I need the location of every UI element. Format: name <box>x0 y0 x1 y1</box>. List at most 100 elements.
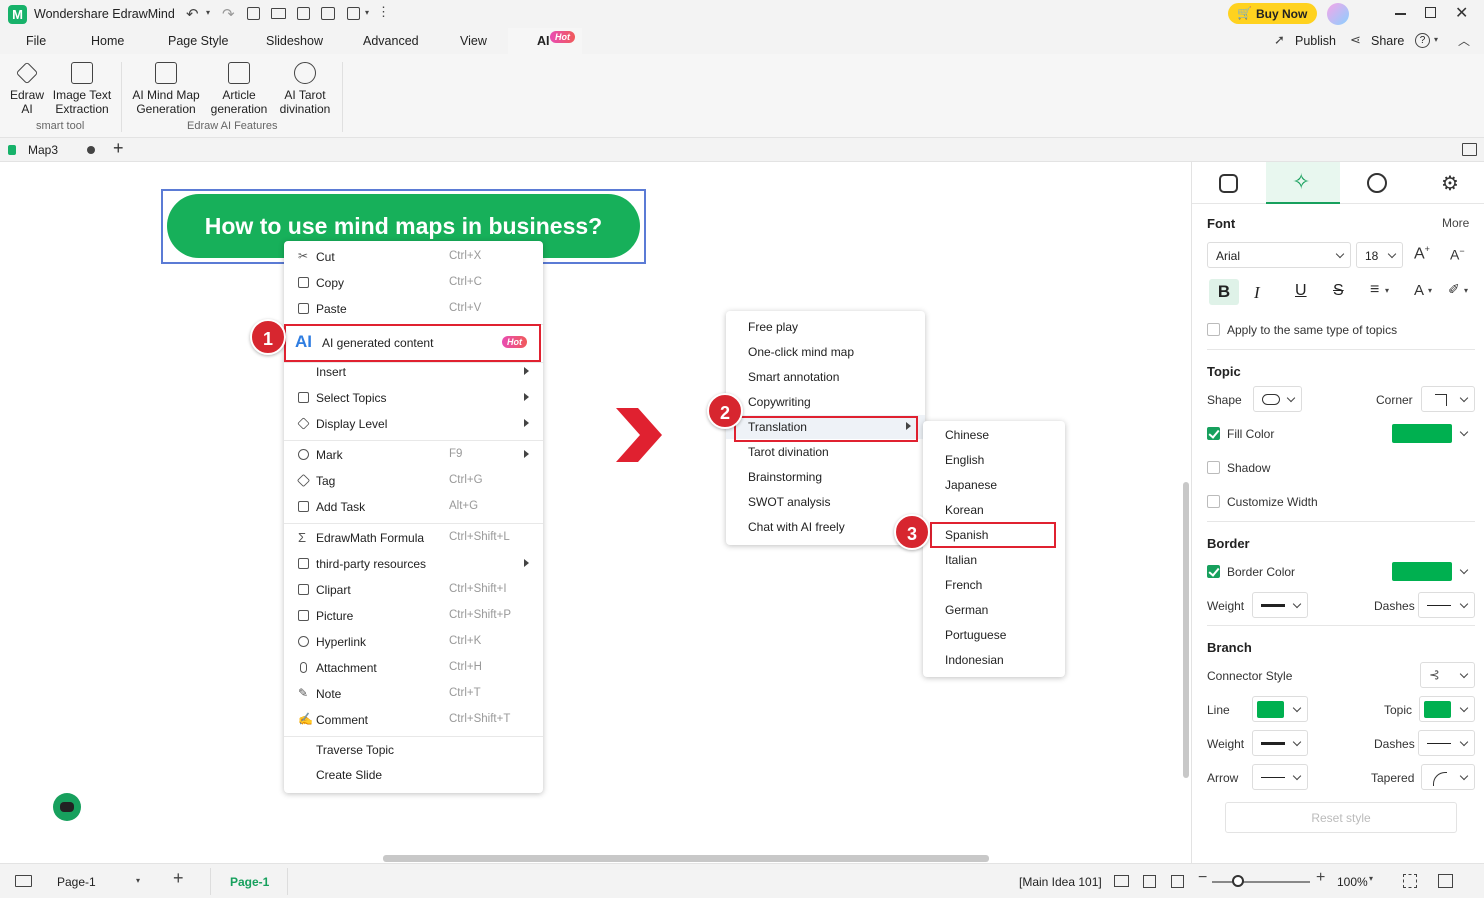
ai-tarot-divination-button[interactable]: AI Tarot divination <box>274 62 336 116</box>
new-file-icon[interactable] <box>247 7 260 20</box>
ai-item-copywriting[interactable]: Copywriting <box>726 390 925 414</box>
bold-button[interactable]: B <box>1209 279 1239 305</box>
share-icon[interactable]: ⋖ <box>1350 32 1361 48</box>
tab-slideshow[interactable]: Slideshow <box>266 34 323 48</box>
panel-tab-mark[interactable] <box>1340 162 1414 204</box>
ai-item-swot-analysis[interactable]: SWOT analysis <box>726 490 925 514</box>
panel-tab-style[interactable] <box>1192 162 1266 204</box>
lang-item-italian[interactable]: Italian <box>923 548 1065 572</box>
publish-button[interactable]: Publish <box>1295 34 1336 48</box>
font-color-icon[interactable]: A <box>1414 282 1424 299</box>
toggle-panel-icon[interactable] <box>1462 143 1477 156</box>
tab-view[interactable]: View <box>460 34 487 48</box>
menu-item-select-topics[interactable]: Select Topics <box>284 386 543 410</box>
ai-item-tarot-divination[interactable]: Tarot divination <box>726 440 925 464</box>
zoom-dropdown-icon[interactable]: ▾ <box>1369 874 1373 883</box>
menu-item-paste[interactable]: Paste Ctrl+V <box>284 297 543 321</box>
fill-color-select[interactable] <box>1389 420 1475 446</box>
ai-item-free-play[interactable]: Free play <box>726 315 925 339</box>
page-select[interactable]: Page-1 ▾ <box>48 870 148 892</box>
corner-select[interactable] <box>1421 386 1475 412</box>
zoom-slider-track[interactable] <box>1212 881 1310 883</box>
border-color-select[interactable] <box>1389 558 1475 584</box>
tab-file[interactable]: File <box>26 34 46 48</box>
fit-page-icon[interactable] <box>1143 875 1156 888</box>
minimize-icon[interactable] <box>1395 13 1406 15</box>
font-color-dropdown-icon[interactable]: ▾ <box>1428 286 1432 295</box>
zoom-slider-handle[interactable] <box>1232 875 1244 887</box>
book-view-icon[interactable] <box>1114 875 1129 887</box>
collapse-panel-icon[interactable] <box>1438 874 1453 888</box>
add-page-icon[interactable]: + <box>173 868 184 889</box>
zoom-in-icon[interactable]: + <box>1316 869 1325 887</box>
more-actions-icon[interactable]: ⋮ <box>377 4 390 20</box>
menu-item-create-slide[interactable]: Create Slide <box>284 763 543 787</box>
shape-select[interactable] <box>1253 386 1302 412</box>
panel-tab-settings[interactable]: ⚙ <box>1414 162 1484 204</box>
menu-item-note[interactable]: ✎ Note Ctrl+T <box>284 682 543 706</box>
add-tab-icon[interactable]: + <box>113 138 124 159</box>
menu-item-display-level[interactable]: Display Level <box>284 412 543 436</box>
connector-style-select[interactable]: ⊰ <box>1420 662 1475 688</box>
ai-item-one-click-mind-map[interactable]: One-click mind map <box>726 340 925 364</box>
export-dropdown-icon[interactable]: ▾ <box>365 8 369 17</box>
ai-item-smart-annotation[interactable]: Smart annotation <box>726 365 925 389</box>
align-dropdown-icon[interactable]: ▾ <box>1385 286 1389 295</box>
italic-button[interactable]: I <box>1254 283 1260 303</box>
menu-item-traverse-topic[interactable]: Traverse Topic <box>284 738 543 762</box>
chatbot-icon[interactable] <box>53 793 81 821</box>
strikethrough-button[interactable]: S <box>1333 282 1344 300</box>
lang-item-indonesian[interactable]: Indonesian <box>923 648 1065 672</box>
shadow-checkbox[interactable] <box>1207 461 1220 474</box>
reset-style-button[interactable]: Reset style <box>1225 802 1457 833</box>
menu-item-attachment[interactable]: Attachment Ctrl+H <box>284 656 543 680</box>
more-link[interactable]: More <box>1442 216 1469 230</box>
zoom-out-icon[interactable]: − <box>1198 869 1207 887</box>
border-color-checkbox[interactable] <box>1207 565 1220 578</box>
highlight-icon[interactable]: ✐ <box>1448 281 1460 298</box>
menu-item-tag[interactable]: Tag Ctrl+G <box>284 469 543 493</box>
lang-item-portuguese[interactable]: Portuguese <box>923 623 1065 647</box>
buy-now-button[interactable]: 🛒 Buy Now <box>1228 3 1317 24</box>
branch-dashes-select[interactable] <box>1418 730 1475 756</box>
apply-same-type-checkbox[interactable] <box>1207 323 1220 336</box>
lang-item-japanese[interactable]: Japanese <box>923 473 1065 497</box>
arrow-select[interactable] <box>1252 764 1308 790</box>
lang-item-french[interactable]: French <box>923 573 1065 597</box>
lang-item-english[interactable]: English <box>923 448 1065 472</box>
fit-width-icon[interactable] <box>1171 875 1184 888</box>
page-list-icon[interactable] <box>15 875 32 887</box>
customize-width-checkbox[interactable] <box>1207 495 1220 508</box>
publish-icon[interactable]: ➚ <box>1274 32 1285 48</box>
ai-item-brainstorming[interactable]: Brainstorming <box>726 465 925 489</box>
open-folder-icon[interactable] <box>271 8 286 19</box>
menu-item-hyperlink[interactable]: Hyperlink Ctrl+K <box>284 630 543 654</box>
border-dashes-select[interactable] <box>1418 592 1475 618</box>
help-dropdown-icon[interactable]: ▾ <box>1434 35 1438 44</box>
tab-home[interactable]: Home <box>91 34 124 48</box>
font-size-select[interactable]: 18 <box>1356 242 1403 268</box>
highlight-dropdown-icon[interactable]: ▾ <box>1464 286 1468 295</box>
help-icon[interactable]: ? <box>1415 33 1430 48</box>
menu-item-clipart[interactable]: Clipart Ctrl+Shift+I <box>284 578 543 602</box>
underline-button[interactable]: U <box>1295 282 1307 300</box>
menu-item-edrawmath-formula[interactable]: Σ EdrawMath Formula Ctrl+Shift+L <box>284 526 543 550</box>
page-tab-active[interactable]: Page-1 <box>210 868 288 895</box>
collapse-ribbon-icon[interactable]: ︿ <box>1458 32 1470 49</box>
edraw-ai-button[interactable]: Edraw AI <box>4 61 50 116</box>
horizontal-scrollbar[interactable] <box>383 855 989 862</box>
menu-item-picture[interactable]: Picture Ctrl+Shift+P <box>284 604 543 628</box>
menu-item-cut[interactable]: ✂ Cut Ctrl+X <box>284 245 543 269</box>
tab-advanced[interactable]: Advanced <box>363 34 419 48</box>
vertical-scrollbar[interactable] <box>1183 482 1189 778</box>
article-generation-button[interactable]: Article generation <box>208 62 270 116</box>
undo-icon[interactable]: ↶ <box>186 5 199 23</box>
tapered-select[interactable] <box>1421 764 1475 790</box>
save-icon[interactable] <box>297 7 310 20</box>
menu-item-add-task[interactable]: Add Task Alt+G <box>284 495 543 519</box>
avatar[interactable] <box>1327 3 1349 25</box>
close-icon[interactable]: ✕ <box>1455 3 1468 23</box>
panel-tab-ai-active[interactable]: ✧ <box>1266 162 1340 204</box>
tab-ai-active[interactable]: AI Hot <box>508 28 582 54</box>
ai-mind-map-generation-button[interactable]: AI Mind Map Generation <box>128 62 204 116</box>
